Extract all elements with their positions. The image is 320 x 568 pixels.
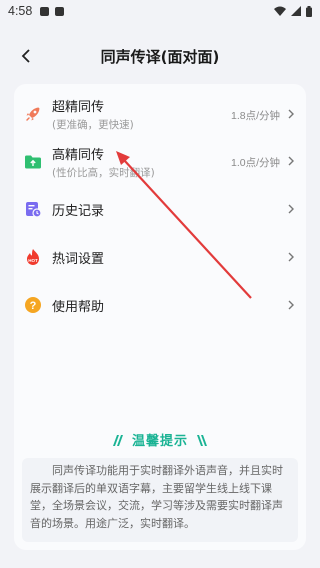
menu-item-price: 1.8点/分钟	[230, 110, 280, 122]
page-title: 同声传译(面对面)	[100, 47, 220, 66]
menu-item-label: 历史记录	[52, 204, 105, 219]
menu-item-price: 1.0点/分钟	[230, 157, 280, 169]
chevron-right-icon	[286, 203, 296, 215]
tips-title: 温馨提示	[14, 430, 306, 449]
folder-upload-icon	[24, 153, 42, 171]
menu-item-label: 热词设置	[52, 252, 105, 267]
menu-item-super-interpret[interactable]: 超精同传 (更准确，更快速) 1.8点/分钟	[14, 90, 306, 138]
notification-icon	[40, 6, 50, 16]
menu-item-hot-words[interactable]: HOT 热词设置	[14, 235, 306, 279]
wifi-icon	[274, 6, 286, 16]
back-button[interactable]	[14, 44, 38, 68]
svg-text:?: ?	[30, 300, 37, 312]
rocket-icon	[24, 105, 42, 123]
tips-box: 同声传译功能用于实时翻译外语声音，并且实时展示翻译后的单双语字幕，主要留学生线上…	[22, 458, 298, 542]
menu-item-history[interactable]: 历史记录	[14, 187, 306, 231]
menu-item-label: 超精同传	[52, 100, 105, 115]
tips-title-text: 温馨提示	[131, 434, 188, 449]
status-bar: 4:58	[0, 0, 320, 22]
signal-icon	[291, 6, 301, 16]
history-icon	[24, 200, 42, 218]
menu-item-label: 使用帮助	[52, 300, 105, 315]
status-time: 4:58	[8, 4, 33, 18]
menu-item-subtitle: (更准确，更快速)	[52, 119, 134, 131]
hot-fire-icon: HOT	[24, 248, 42, 266]
chevron-right-icon	[286, 155, 296, 167]
menu-item-subtitle: (性价比高，实时翻译)	[52, 167, 155, 179]
menu-item-high-interpret[interactable]: 高精同传 (性价比高，实时翻译) 1.0点/分钟	[14, 140, 306, 188]
help-icon: ?	[24, 296, 42, 314]
chevron-left-icon	[21, 49, 30, 63]
chevron-right-icon	[286, 108, 296, 120]
svg-text:HOT: HOT	[28, 258, 38, 263]
menu-card: 超精同传 (更准确，更快速) 1.8点/分钟 高精同传 (性价比高，实时翻译) …	[14, 84, 306, 550]
tips-text: 同声传译功能用于实时翻译外语声音，并且实时展示翻译后的单双语字幕，主要留学生线上…	[30, 464, 283, 530]
image-notification-icon	[55, 6, 65, 16]
chevron-right-icon	[286, 299, 296, 311]
menu-item-label: 高精同传	[52, 148, 105, 163]
chevron-right-icon	[286, 251, 296, 263]
header: 同声传译(面对面)	[0, 38, 320, 74]
battery-icon	[306, 5, 312, 17]
menu-item-help[interactable]: ? 使用帮助	[14, 283, 306, 327]
